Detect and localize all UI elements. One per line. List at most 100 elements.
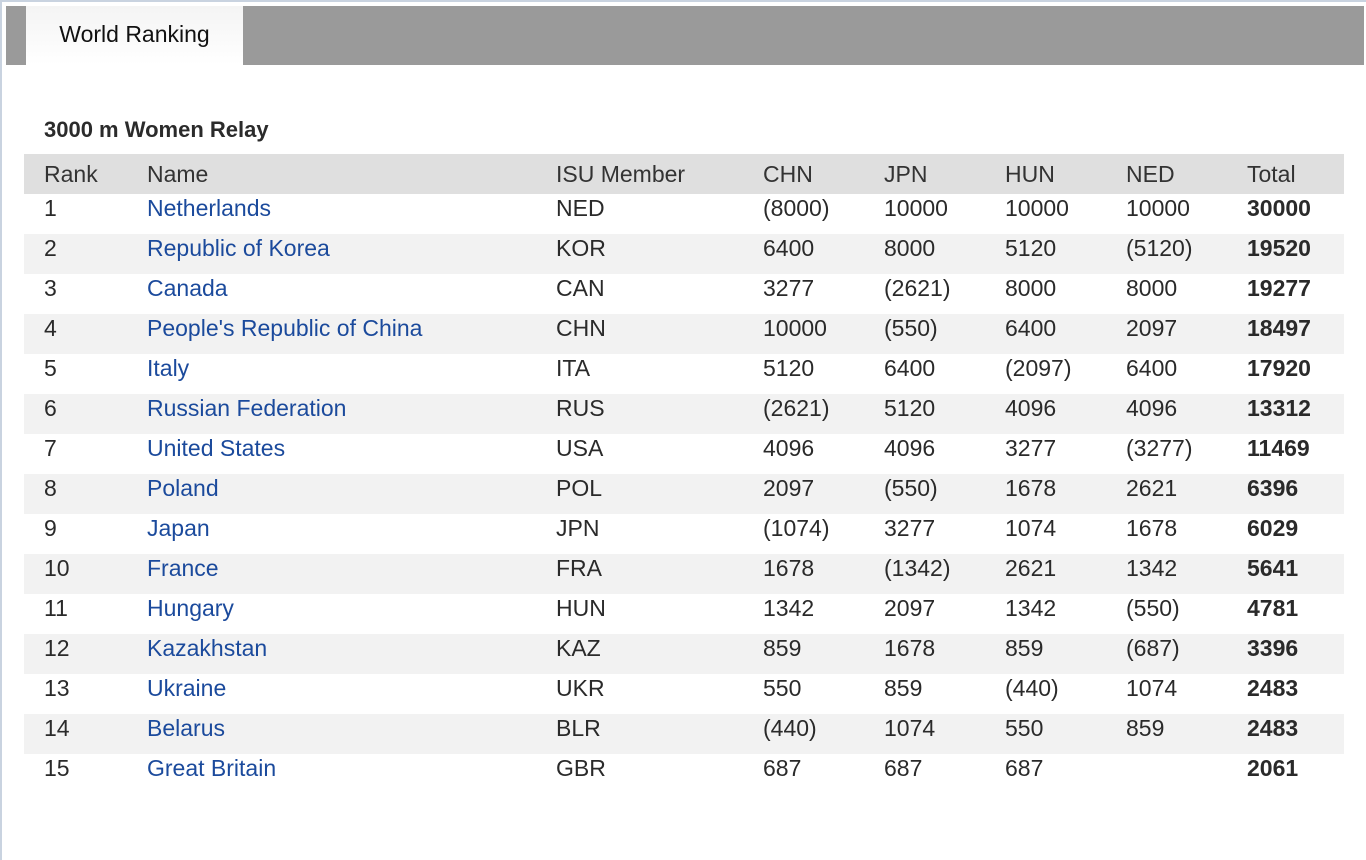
cell-jpn: 1678	[864, 634, 985, 674]
cell-hun: 3277	[985, 434, 1106, 474]
header-ned: NED	[1106, 154, 1227, 194]
cell-jpn: 2097	[864, 594, 985, 634]
team-name-link[interactable]: France	[147, 555, 219, 581]
cell-total: 3396	[1227, 634, 1344, 674]
cell-ned: 6400	[1106, 354, 1227, 394]
cell-jpn: 8000	[864, 234, 985, 274]
cell-isu-member: CAN	[536, 274, 743, 314]
team-name-link[interactable]: Great Britain	[147, 755, 276, 781]
cell-hun: (2097)	[985, 354, 1106, 394]
cell-name: France	[127, 554, 536, 594]
cell-rank: 3	[24, 274, 127, 314]
cell-isu-member: KOR	[536, 234, 743, 274]
cell-jpn: (2621)	[864, 274, 985, 314]
cell-rank: 6	[24, 394, 127, 434]
cell-isu-member: KAZ	[536, 634, 743, 674]
cell-name: Canada	[127, 274, 536, 314]
cell-chn: (2621)	[743, 394, 864, 434]
team-name-link[interactable]: Japan	[147, 515, 210, 541]
cell-jpn: (1342)	[864, 554, 985, 594]
cell-ned: (5120)	[1106, 234, 1227, 274]
cell-chn: 5120	[743, 354, 864, 394]
cell-isu-member: JPN	[536, 514, 743, 554]
table-row: 3 Canada CAN 3277 (2621) 8000 8000 19277	[24, 274, 1344, 314]
table-row: 11 Hungary HUN 1342 2097 1342 (550) 4781	[24, 594, 1344, 634]
cell-chn: (440)	[743, 714, 864, 754]
section-title: 3000 m Women Relay	[44, 117, 269, 142]
cell-name: Great Britain	[127, 754, 536, 794]
cell-total: 4781	[1227, 594, 1344, 634]
cell-rank: 10	[24, 554, 127, 594]
cell-jpn: 5120	[864, 394, 985, 434]
table-row: 6 Russian Federation RUS (2621) 5120 4096 4096…	[24, 394, 1344, 434]
team-name-link[interactable]: Republic of Korea	[147, 235, 330, 261]
team-name-link[interactable]: United States	[147, 435, 285, 461]
cell-hun: 8000	[985, 274, 1106, 314]
cell-ned: 2621	[1106, 474, 1227, 514]
cell-ned: (3277)	[1106, 434, 1227, 474]
team-name-link[interactable]: Netherlands	[147, 195, 271, 221]
table-header-row: Rank Name ISU Member CHN JPN HUN NED Tot…	[24, 154, 1344, 194]
team-name-link[interactable]: Canada	[147, 275, 228, 301]
header-jpn: JPN	[864, 154, 985, 194]
cell-name: Kazakhstan	[127, 634, 536, 674]
cell-hun: 10000	[985, 194, 1106, 234]
cell-rank: 14	[24, 714, 127, 754]
cell-hun: 859	[985, 634, 1106, 674]
tab-world-ranking[interactable]: World Ranking	[26, 6, 243, 65]
table-row: 8 Poland POL 2097 (550) 1678 2621 6396	[24, 474, 1344, 514]
tab-bar: World Ranking	[6, 6, 1364, 65]
table-row: 5 Italy ITA 5120 6400 (2097) 6400 17920	[24, 354, 1344, 394]
cell-hun: 4096	[985, 394, 1106, 434]
cell-isu-member: CHN	[536, 314, 743, 354]
cell-isu-member: GBR	[536, 754, 743, 794]
cell-name: Japan	[127, 514, 536, 554]
ranking-table-body: 1 Netherlands NED (8000) 10000 10000 10000 3000…	[24, 194, 1344, 794]
cell-rank: 13	[24, 674, 127, 714]
cell-rank: 12	[24, 634, 127, 674]
header-total: Total	[1227, 154, 1344, 194]
cell-isu-member: FRA	[536, 554, 743, 594]
cell-name: United States	[127, 434, 536, 474]
team-name-link[interactable]: Poland	[147, 475, 219, 501]
table-row: 13 Ukraine UKR 550 859 (440) 1074 2483	[24, 674, 1344, 714]
cell-ned	[1106, 754, 1227, 794]
table-row: 12 Kazakhstan KAZ 859 1678 859 (687) 3396	[24, 634, 1344, 674]
team-name-link[interactable]: Belarus	[147, 715, 225, 741]
cell-chn: 2097	[743, 474, 864, 514]
cell-chn: 4096	[743, 434, 864, 474]
team-name-link[interactable]: Russian Federation	[147, 395, 346, 421]
cell-rank: 15	[24, 754, 127, 794]
cell-total: 5641	[1227, 554, 1344, 594]
cell-jpn: 859	[864, 674, 985, 714]
cell-name: Russian Federation	[127, 394, 536, 434]
cell-rank: 2	[24, 234, 127, 274]
cell-name: Ukraine	[127, 674, 536, 714]
cell-chn: 1678	[743, 554, 864, 594]
team-name-link[interactable]: Kazakhstan	[147, 635, 267, 661]
cell-rank: 4	[24, 314, 127, 354]
cell-name: Hungary	[127, 594, 536, 634]
table-row: 7 United States USA 4096 4096 3277 (3277) 11469	[24, 434, 1344, 474]
cell-chn: (1074)	[743, 514, 864, 554]
cell-isu-member: USA	[536, 434, 743, 474]
cell-jpn: 4096	[864, 434, 985, 474]
cell-total: 2061	[1227, 754, 1344, 794]
team-name-link[interactable]: Hungary	[147, 595, 234, 621]
cell-hun: 1074	[985, 514, 1106, 554]
table-row: 2 Republic of Korea KOR 6400 8000 5120 (5120) 1…	[24, 234, 1344, 274]
cell-total: 17920	[1227, 354, 1344, 394]
cell-name: People's Republic of China	[127, 314, 536, 354]
header-rank: Rank	[24, 154, 127, 194]
page-frame: World Ranking 3000 m Women Relay Rank Na…	[0, 0, 1366, 860]
team-name-link[interactable]: Ukraine	[147, 675, 226, 701]
cell-isu-member: RUS	[536, 394, 743, 434]
team-name-link[interactable]: Italy	[147, 355, 189, 381]
cell-chn: 550	[743, 674, 864, 714]
cell-ned: 2097	[1106, 314, 1227, 354]
cell-ned: 4096	[1106, 394, 1227, 434]
team-name-link[interactable]: People's Republic of China	[147, 315, 422, 341]
cell-name: Poland	[127, 474, 536, 514]
cell-rank: 9	[24, 514, 127, 554]
cell-chn: 859	[743, 634, 864, 674]
